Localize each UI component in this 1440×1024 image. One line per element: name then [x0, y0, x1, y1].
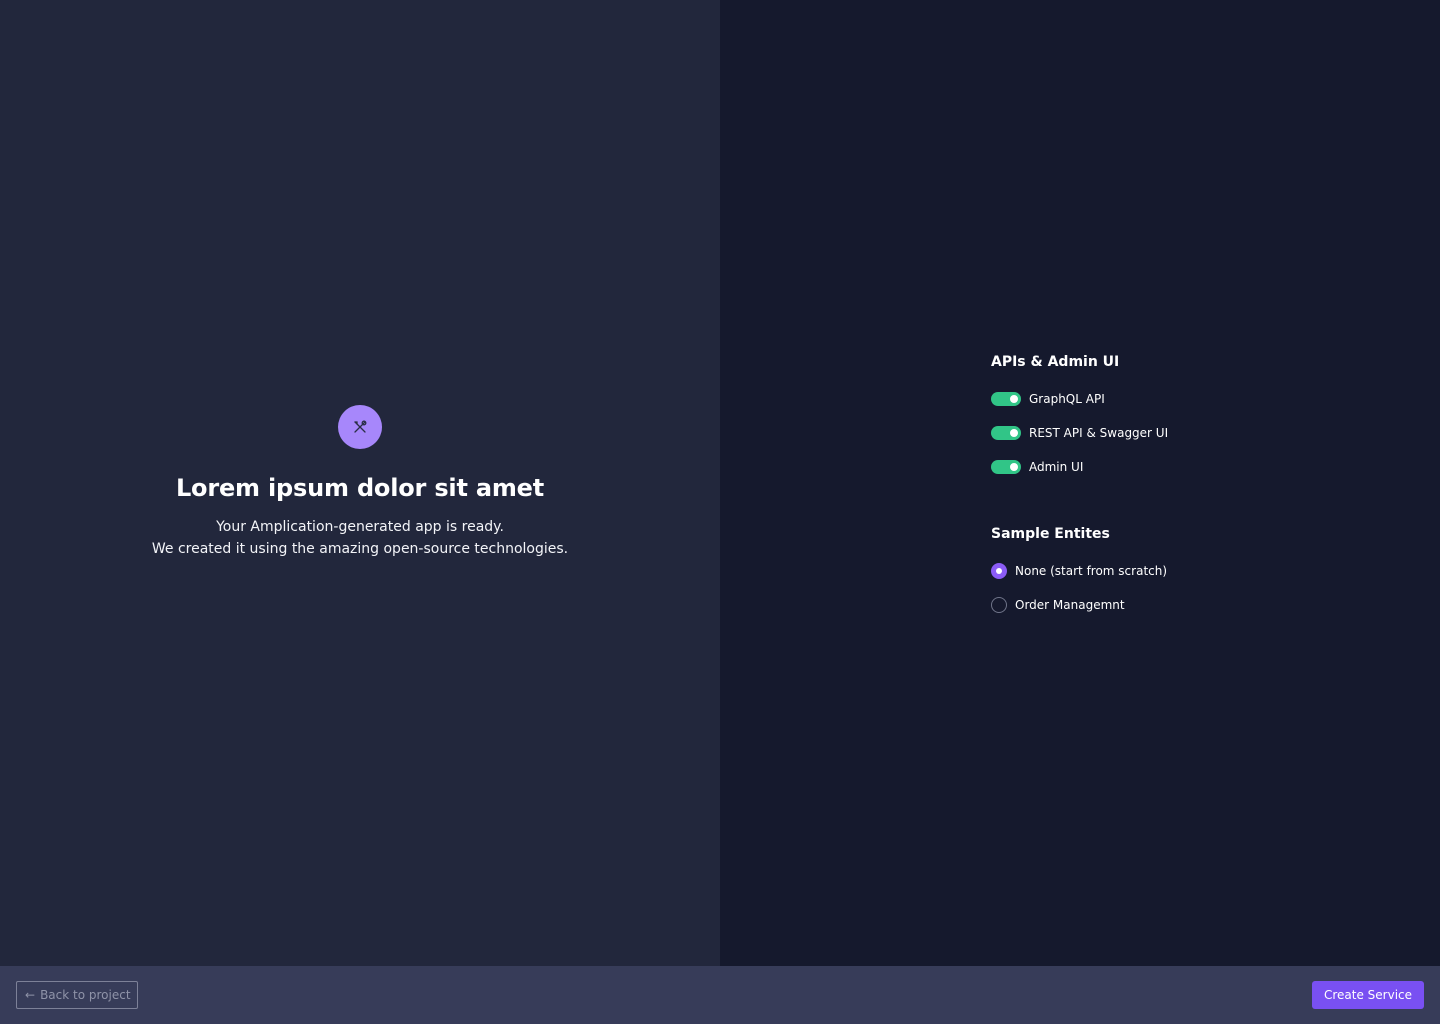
back-to-project-button[interactable]: ← Back to project: [16, 981, 138, 1009]
apis-section-title: APIs & Admin UI: [991, 354, 1120, 370]
subtitle-line-1: Your Amplication-generated app is ready.: [216, 519, 504, 535]
page-title: Lorem ipsum dolor sit amet: [175, 474, 545, 502]
entities-section-title: Sample Entites: [991, 526, 1110, 542]
back-button-label: Back to project: [40, 988, 131, 1002]
toggle-knob: [1010, 395, 1018, 403]
settings-panel: [720, 0, 1440, 966]
toggle-row-rest[interactable]: REST API & Swagger UI: [991, 425, 1168, 441]
subtitle-line-2: We created it using the amazing open-sou…: [151, 541, 569, 557]
create-service-button[interactable]: Create Service: [1312, 981, 1424, 1009]
toggle-knob: [1010, 463, 1018, 471]
rest-toggle[interactable]: [991, 426, 1021, 440]
radio-order-management[interactable]: [991, 597, 1007, 613]
toggle-label: REST API & Swagger UI: [1029, 426, 1169, 440]
radio-row-none[interactable]: None (start from scratch): [991, 563, 1167, 579]
toggle-label: GraphQL API: [1029, 392, 1105, 406]
toggle-row-graphql[interactable]: GraphQL API: [991, 391, 1105, 407]
radio-dot: [996, 568, 1002, 574]
tools-icon: [338, 405, 382, 449]
toggle-knob: [1010, 429, 1018, 437]
radio-label: Order Managemnt: [1015, 598, 1125, 612]
arrow-left-icon: ←: [25, 988, 36, 1002]
intro-panel: Lorem ipsum dolor sit amet Your Amplicat…: [0, 0, 720, 966]
toggle-row-admin-ui[interactable]: Admin UI: [991, 459, 1083, 475]
radio-label: None (start from scratch): [1015, 564, 1168, 578]
radio-none[interactable]: [991, 563, 1007, 579]
toggle-label: Admin UI: [1029, 460, 1084, 474]
graphql-toggle[interactable]: [991, 392, 1021, 406]
admin-ui-toggle[interactable]: [991, 460, 1021, 474]
radio-row-order-management[interactable]: Order Managemnt: [991, 597, 1125, 613]
footer-bar: ← Back to project Create Service: [0, 966, 1440, 1024]
